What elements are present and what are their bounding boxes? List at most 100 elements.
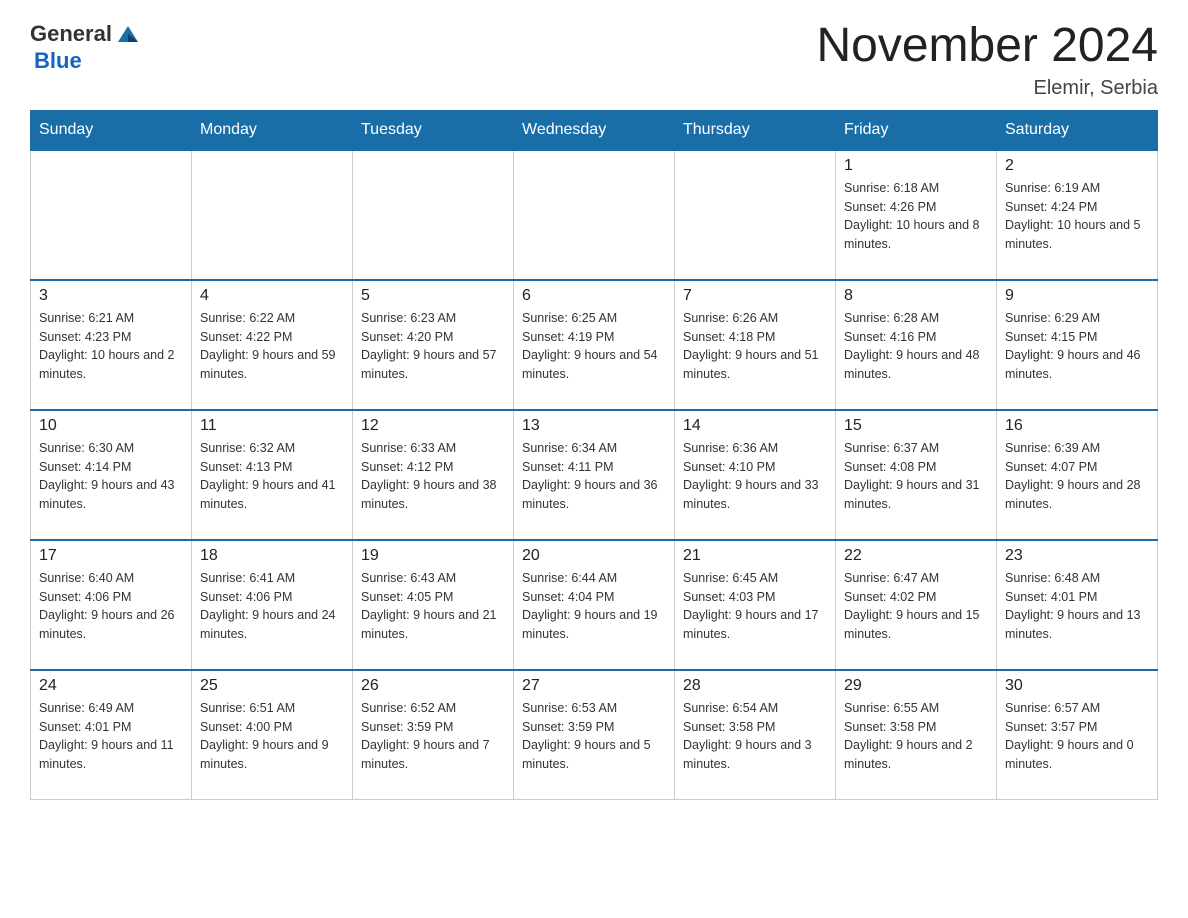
- day-info: Sunrise: 6:49 AMSunset: 4:01 PMDaylight:…: [39, 699, 183, 774]
- day-info: Sunrise: 6:34 AMSunset: 4:11 PMDaylight:…: [522, 439, 666, 514]
- day-number: 19: [361, 547, 505, 565]
- day-info: Sunrise: 6:26 AMSunset: 4:18 PMDaylight:…: [683, 309, 827, 384]
- day-number: 2: [1005, 157, 1149, 175]
- day-number: 16: [1005, 417, 1149, 435]
- calendar-cell: 21Sunrise: 6:45 AMSunset: 4:03 PMDayligh…: [675, 540, 836, 670]
- calendar-cell: [514, 150, 675, 280]
- calendar-week-3: 10 Sunrise: 6:30 AMSunset: 4:14 PMDayligh…: [31, 410, 1158, 540]
- day-number: 27: [522, 677, 666, 695]
- calendar-cell: 28Sunrise: 6:54 AMSunset: 3:58 PMDayligh…: [675, 670, 836, 800]
- calendar-cell: 2 Sunrise: 6:19 AMSunset: 4:24 PMDaylight…: [997, 150, 1158, 280]
- day-info: Sunrise: 6:30 AMSunset: 4:14 PMDaylight:…: [39, 439, 183, 514]
- calendar-cell: 24Sunrise: 6:49 AMSunset: 4:01 PMDayligh…: [31, 670, 192, 800]
- calendar-cell: [192, 150, 353, 280]
- calendar-cell: 14 Sunrise: 6:36 AMSunset: 4:10 PMDayligh…: [675, 410, 836, 540]
- day-number: 17: [39, 547, 183, 565]
- day-number: 5: [361, 287, 505, 305]
- weekday-header-wednesday: Wednesday: [514, 110, 675, 150]
- calendar-cell: 18 Sunrise: 6:41 AMSunset: 4:06 PMDayligh…: [192, 540, 353, 670]
- day-info: Sunrise: 6:36 AMSunset: 4:10 PMDaylight:…: [683, 439, 827, 514]
- weekday-header-row: SundayMondayTuesdayWednesdayThursdayFrid…: [31, 110, 1158, 150]
- day-number: 3: [39, 287, 183, 305]
- title-area: November 2024 Elemir, Serbia: [816, 20, 1158, 100]
- day-number: 1: [844, 157, 988, 175]
- calendar-cell: 10 Sunrise: 6:30 AMSunset: 4:14 PMDayligh…: [31, 410, 192, 540]
- day-number: 25: [200, 677, 344, 695]
- calendar-cell: 7 Sunrise: 6:26 AMSunset: 4:18 PMDaylight…: [675, 280, 836, 410]
- day-info: Sunrise: 6:18 AMSunset: 4:26 PMDaylight:…: [844, 179, 988, 254]
- calendar-table: SundayMondayTuesdayWednesdayThursdayFrid…: [30, 110, 1158, 801]
- weekday-header-sunday: Sunday: [31, 110, 192, 150]
- calendar-cell: 29 Sunrise: 6:55 AMSunset: 3:58 PMDayligh…: [836, 670, 997, 800]
- calendar-week-5: 24Sunrise: 6:49 AMSunset: 4:01 PMDayligh…: [31, 670, 1158, 800]
- day-number: 10: [39, 417, 183, 435]
- day-info: Sunrise: 6:21 AMSunset: 4:23 PMDaylight:…: [39, 309, 183, 384]
- day-number: 13: [522, 417, 666, 435]
- calendar-cell: [353, 150, 514, 280]
- calendar-cell: 4 Sunrise: 6:22 AMSunset: 4:22 PMDaylight…: [192, 280, 353, 410]
- calendar-cell: 17Sunrise: 6:40 AMSunset: 4:06 PMDayligh…: [31, 540, 192, 670]
- calendar-week-1: 1 Sunrise: 6:18 AMSunset: 4:26 PMDaylight…: [31, 150, 1158, 280]
- day-info: Sunrise: 6:33 AMSunset: 4:12 PMDaylight:…: [361, 439, 505, 514]
- month-title: November 2024: [816, 20, 1158, 73]
- logo-general-text: General: [30, 21, 112, 47]
- day-info: Sunrise: 6:55 AMSunset: 3:58 PMDaylight:…: [844, 699, 988, 774]
- calendar-cell: 30Sunrise: 6:57 AMSunset: 3:57 PMDayligh…: [997, 670, 1158, 800]
- weekday-header-saturday: Saturday: [997, 110, 1158, 150]
- day-info: Sunrise: 6:25 AMSunset: 4:19 PMDaylight:…: [522, 309, 666, 384]
- page-header: General Blue November 2024 Elemir, Serbi…: [30, 20, 1158, 100]
- calendar-week-4: 17Sunrise: 6:40 AMSunset: 4:06 PMDayligh…: [31, 540, 1158, 670]
- calendar-cell: 1 Sunrise: 6:18 AMSunset: 4:26 PMDaylight…: [836, 150, 997, 280]
- day-info: Sunrise: 6:52 AMSunset: 3:59 PMDaylight:…: [361, 699, 505, 774]
- calendar-cell: 23Sunrise: 6:48 AMSunset: 4:01 PMDayligh…: [997, 540, 1158, 670]
- weekday-header-tuesday: Tuesday: [353, 110, 514, 150]
- day-number: 30: [1005, 677, 1149, 695]
- day-number: 14: [683, 417, 827, 435]
- calendar-week-2: 3 Sunrise: 6:21 AMSunset: 4:23 PMDaylight…: [31, 280, 1158, 410]
- day-info: Sunrise: 6:22 AMSunset: 4:22 PMDaylight:…: [200, 309, 344, 384]
- day-info: Sunrise: 6:28 AMSunset: 4:16 PMDaylight:…: [844, 309, 988, 384]
- calendar-cell: 3 Sunrise: 6:21 AMSunset: 4:23 PMDaylight…: [31, 280, 192, 410]
- day-number: 9: [1005, 287, 1149, 305]
- day-number: 7: [683, 287, 827, 305]
- day-info: Sunrise: 6:19 AMSunset: 4:24 PMDaylight:…: [1005, 179, 1149, 254]
- day-info: Sunrise: 6:45 AMSunset: 4:03 PMDaylight:…: [683, 569, 827, 644]
- weekday-header-monday: Monday: [192, 110, 353, 150]
- calendar-cell: 6 Sunrise: 6:25 AMSunset: 4:19 PMDaylight…: [514, 280, 675, 410]
- day-number: 20: [522, 547, 666, 565]
- calendar-cell: 13 Sunrise: 6:34 AMSunset: 4:11 PMDayligh…: [514, 410, 675, 540]
- day-number: 23: [1005, 547, 1149, 565]
- day-number: 15: [844, 417, 988, 435]
- day-info: Sunrise: 6:41 AMSunset: 4:06 PMDaylight:…: [200, 569, 344, 644]
- day-info: Sunrise: 6:32 AMSunset: 4:13 PMDaylight:…: [200, 439, 344, 514]
- logo-triangle-icon: [114, 20, 142, 48]
- weekday-header-thursday: Thursday: [675, 110, 836, 150]
- day-info: Sunrise: 6:23 AMSunset: 4:20 PMDaylight:…: [361, 309, 505, 384]
- calendar-cell: 12 Sunrise: 6:33 AMSunset: 4:12 PMDayligh…: [353, 410, 514, 540]
- calendar-cell: 9 Sunrise: 6:29 AMSunset: 4:15 PMDaylight…: [997, 280, 1158, 410]
- day-number: 18: [200, 547, 344, 565]
- weekday-header-friday: Friday: [836, 110, 997, 150]
- day-info: Sunrise: 6:39 AMSunset: 4:07 PMDaylight:…: [1005, 439, 1149, 514]
- calendar-cell: 19 Sunrise: 6:43 AMSunset: 4:05 PMDayligh…: [353, 540, 514, 670]
- calendar-cell: [675, 150, 836, 280]
- day-number: 29: [844, 677, 988, 695]
- day-number: 22: [844, 547, 988, 565]
- calendar-cell: 11Sunrise: 6:32 AMSunset: 4:13 PMDayligh…: [192, 410, 353, 540]
- day-number: 8: [844, 287, 988, 305]
- day-info: Sunrise: 6:29 AMSunset: 4:15 PMDaylight:…: [1005, 309, 1149, 384]
- logo-blue-text: Blue: [34, 48, 82, 74]
- day-number: 12: [361, 417, 505, 435]
- calendar-cell: 8 Sunrise: 6:28 AMSunset: 4:16 PMDaylight…: [836, 280, 997, 410]
- calendar-cell: 27 Sunrise: 6:53 AMSunset: 3:59 PMDayligh…: [514, 670, 675, 800]
- day-info: Sunrise: 6:43 AMSunset: 4:05 PMDaylight:…: [361, 569, 505, 644]
- calendar-cell: 5 Sunrise: 6:23 AMSunset: 4:20 PMDaylight…: [353, 280, 514, 410]
- calendar-cell: 20Sunrise: 6:44 AMSunset: 4:04 PMDayligh…: [514, 540, 675, 670]
- calendar-cell: 15Sunrise: 6:37 AMSunset: 4:08 PMDayligh…: [836, 410, 997, 540]
- calendar-cell: 25Sunrise: 6:51 AMSunset: 4:00 PMDayligh…: [192, 670, 353, 800]
- day-info: Sunrise: 6:53 AMSunset: 3:59 PMDaylight:…: [522, 699, 666, 774]
- day-number: 6: [522, 287, 666, 305]
- day-number: 26: [361, 677, 505, 695]
- location: Elemir, Serbia: [816, 77, 1158, 100]
- day-number: 4: [200, 287, 344, 305]
